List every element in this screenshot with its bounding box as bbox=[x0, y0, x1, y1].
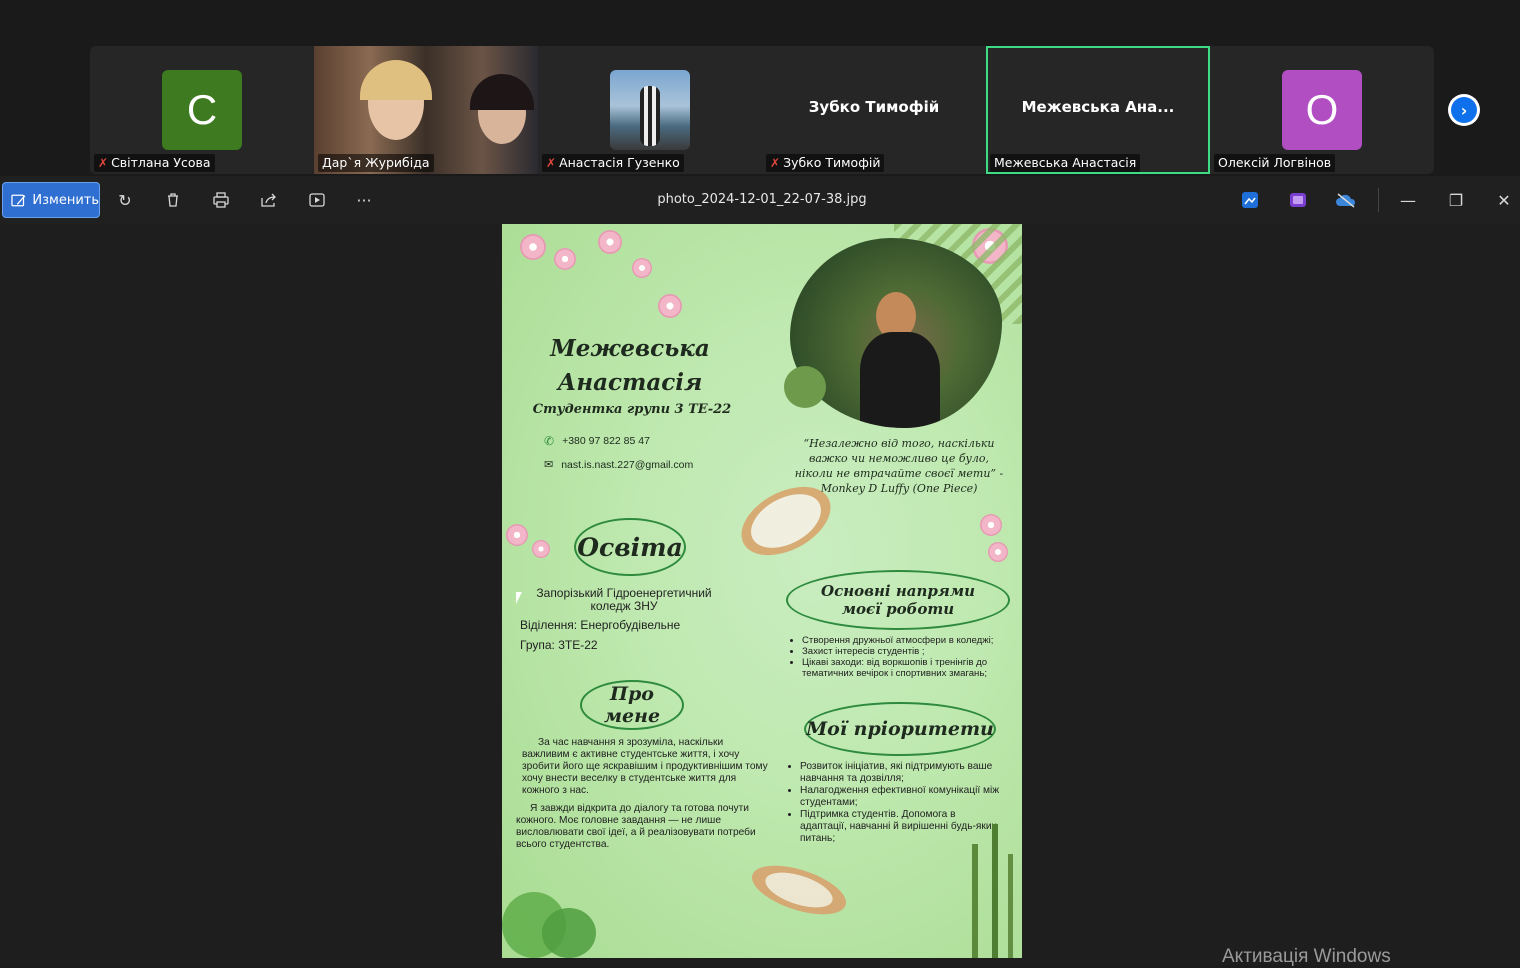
participant-name: Світлана Усова bbox=[111, 155, 211, 170]
list-item: Підтримка студентів. Допомога в адаптаці… bbox=[800, 809, 1004, 845]
list-item: Налагодження ефективної комунікації між … bbox=[800, 785, 1004, 809]
participant-name: Зубко Тимофій bbox=[783, 155, 881, 170]
about-heading-oval: Про мене bbox=[580, 680, 684, 730]
email-contact: ✉ nast.is.nast.227@gmail.com bbox=[544, 458, 694, 472]
priorities-list: Розвиток ініціатив, які підтримують ваше… bbox=[786, 761, 1004, 845]
participant-display-name: Зубко Тимофій bbox=[808, 98, 940, 116]
photo-viewer-toolbar: Изменить ↻ ··· photo_2024-12-01_22-07-38… bbox=[0, 176, 1520, 224]
avatar bbox=[610, 70, 690, 150]
rotate-icon[interactable]: ↻ bbox=[113, 188, 137, 212]
poster-quote: “Незалежно від того, наскільки важко чи … bbox=[794, 437, 1004, 495]
slideshow-icon[interactable] bbox=[305, 188, 329, 212]
cherry-blossom-decoration bbox=[532, 540, 550, 558]
about-heading: Про мене bbox=[603, 683, 661, 727]
photo-editor-icon[interactable] bbox=[1238, 188, 1262, 212]
about-paragraph: За час навчання я зрозуміла, наскільки в… bbox=[522, 737, 768, 796]
mic-muted-icon: ✗ bbox=[770, 156, 781, 170]
participant-name: Олексій Логвінов bbox=[1218, 155, 1332, 170]
next-page-button[interactable]: › bbox=[1448, 94, 1480, 126]
cherry-blossom-decoration bbox=[988, 542, 1008, 562]
participant-name: Дар`я Журибіда bbox=[322, 155, 430, 170]
participant-tile-active[interactable]: Межевська Ана... Межевська Анастасія bbox=[986, 46, 1210, 174]
priorities-heading: Мої пріоритети bbox=[806, 718, 994, 740]
minimize-icon[interactable]: — bbox=[1396, 188, 1420, 212]
college-name: Запорізький Гідроенергетичний коледж ЗНУ bbox=[536, 586, 712, 613]
share-icon[interactable] bbox=[257, 188, 281, 212]
cherry-blossom-decoration bbox=[506, 524, 528, 546]
cherry-blossom-decoration bbox=[554, 248, 576, 270]
directions-heading: Основні напрями bbox=[821, 582, 975, 600]
list-item: Цікаві заходи: від воркшопів і тренінгів… bbox=[802, 657, 1016, 679]
participant-display-name: Межевська Ана... bbox=[1021, 98, 1175, 116]
avatar: O bbox=[1282, 70, 1362, 150]
mouse-cursor-icon bbox=[516, 592, 522, 604]
edit-button[interactable]: Изменить bbox=[2, 182, 100, 218]
mic-muted-icon: ✗ bbox=[98, 156, 109, 170]
print-icon[interactable] bbox=[209, 188, 233, 212]
chevron-right-icon: › bbox=[1451, 97, 1477, 123]
bamboo-decoration bbox=[1008, 854, 1013, 958]
participant-tile[interactable]: Дар`я Журибіда bbox=[314, 46, 538, 174]
avatar: C bbox=[162, 70, 242, 150]
resume-poster-image: Межевська Анастасія Студентка групи 3 ТЕ… bbox=[502, 224, 1022, 958]
cherry-blossom-decoration bbox=[598, 230, 622, 254]
participant-strip: C ✗ Світлана Усова Дар`я Журибіда ✗ Анаста… bbox=[0, 0, 1520, 176]
participant-tile[interactable]: C ✗ Світлана Усова bbox=[90, 46, 314, 174]
group: Група: 3ТЕ-22 bbox=[520, 638, 598, 652]
onedrive-icon[interactable] bbox=[1334, 188, 1358, 212]
directions-heading-oval: Основні напрями моєї роботи bbox=[786, 570, 1010, 630]
list-item: Розвиток ініціатив, які підтримують ваше… bbox=[800, 761, 1004, 785]
cherry-blossom-decoration bbox=[980, 514, 1002, 536]
edit-image-icon bbox=[11, 194, 26, 207]
participant-tile[interactable]: Зубко Тимофій ✗ Зубко Тимофій bbox=[762, 46, 986, 174]
poster-name: Межевська Анастасія bbox=[550, 335, 710, 396]
education-heading-oval: Освіта bbox=[574, 518, 686, 576]
about-paragraph: Я завжди відкрита до діалогу та готова п… bbox=[516, 803, 756, 850]
edit-button-label: Изменить bbox=[32, 192, 99, 208]
mic-muted-icon: ✗ bbox=[546, 156, 557, 170]
envelope-icon: ✉ bbox=[544, 459, 554, 471]
delete-icon[interactable] bbox=[161, 188, 185, 212]
cherry-blossom-decoration bbox=[632, 258, 652, 278]
list-item: Захист інтересів студентів ; bbox=[802, 646, 1016, 657]
video-feed bbox=[470, 74, 534, 110]
participant-name: Межевська Анастасія bbox=[994, 155, 1137, 170]
list-item: Створення дружньої атмосфери в коледжі; bbox=[802, 635, 1016, 646]
toolbar-separator bbox=[1378, 188, 1379, 212]
clipchamp-icon[interactable] bbox=[1286, 188, 1310, 212]
leaf-blob-decoration bbox=[784, 366, 826, 408]
directions-list: Створення дружньої атмосфери в коледжі; … bbox=[788, 635, 1016, 679]
file-name: photo_2024-12-01_22-07-38.jpg bbox=[657, 192, 867, 207]
participant-name: Анастасія Гузенко bbox=[559, 155, 680, 170]
cherry-blossom-decoration bbox=[520, 234, 546, 260]
education-heading: Освіта bbox=[577, 532, 683, 562]
lotus-leaf-decoration bbox=[542, 908, 596, 958]
more-options-icon[interactable]: ··· bbox=[352, 188, 376, 212]
close-icon[interactable]: ✕ bbox=[1492, 188, 1516, 212]
bamboo-decoration bbox=[972, 844, 978, 958]
participant-tile[interactable]: O Олексій Логвінов bbox=[1210, 46, 1434, 174]
phone-contact: ✆ +380 97 822 85 47 bbox=[544, 434, 650, 448]
restore-icon[interactable]: ❐ bbox=[1444, 188, 1468, 212]
phone-icon: ✆ bbox=[544, 434, 555, 448]
koi-fish-decoration bbox=[746, 855, 852, 925]
department: Віділення: Енергобудівельне bbox=[520, 618, 681, 632]
bamboo-decoration bbox=[992, 824, 998, 958]
poster-subtitle: Студентка групи 3 ТЕ-22 bbox=[532, 402, 732, 417]
participant-tile[interactable]: ✗ Анастасія Гузенко bbox=[538, 46, 762, 174]
cherry-blossom-decoration bbox=[658, 294, 682, 318]
directions-heading: моєї роботи bbox=[841, 600, 955, 618]
priorities-heading-oval: Мої пріоритети bbox=[804, 702, 996, 756]
video-feed bbox=[360, 60, 432, 100]
